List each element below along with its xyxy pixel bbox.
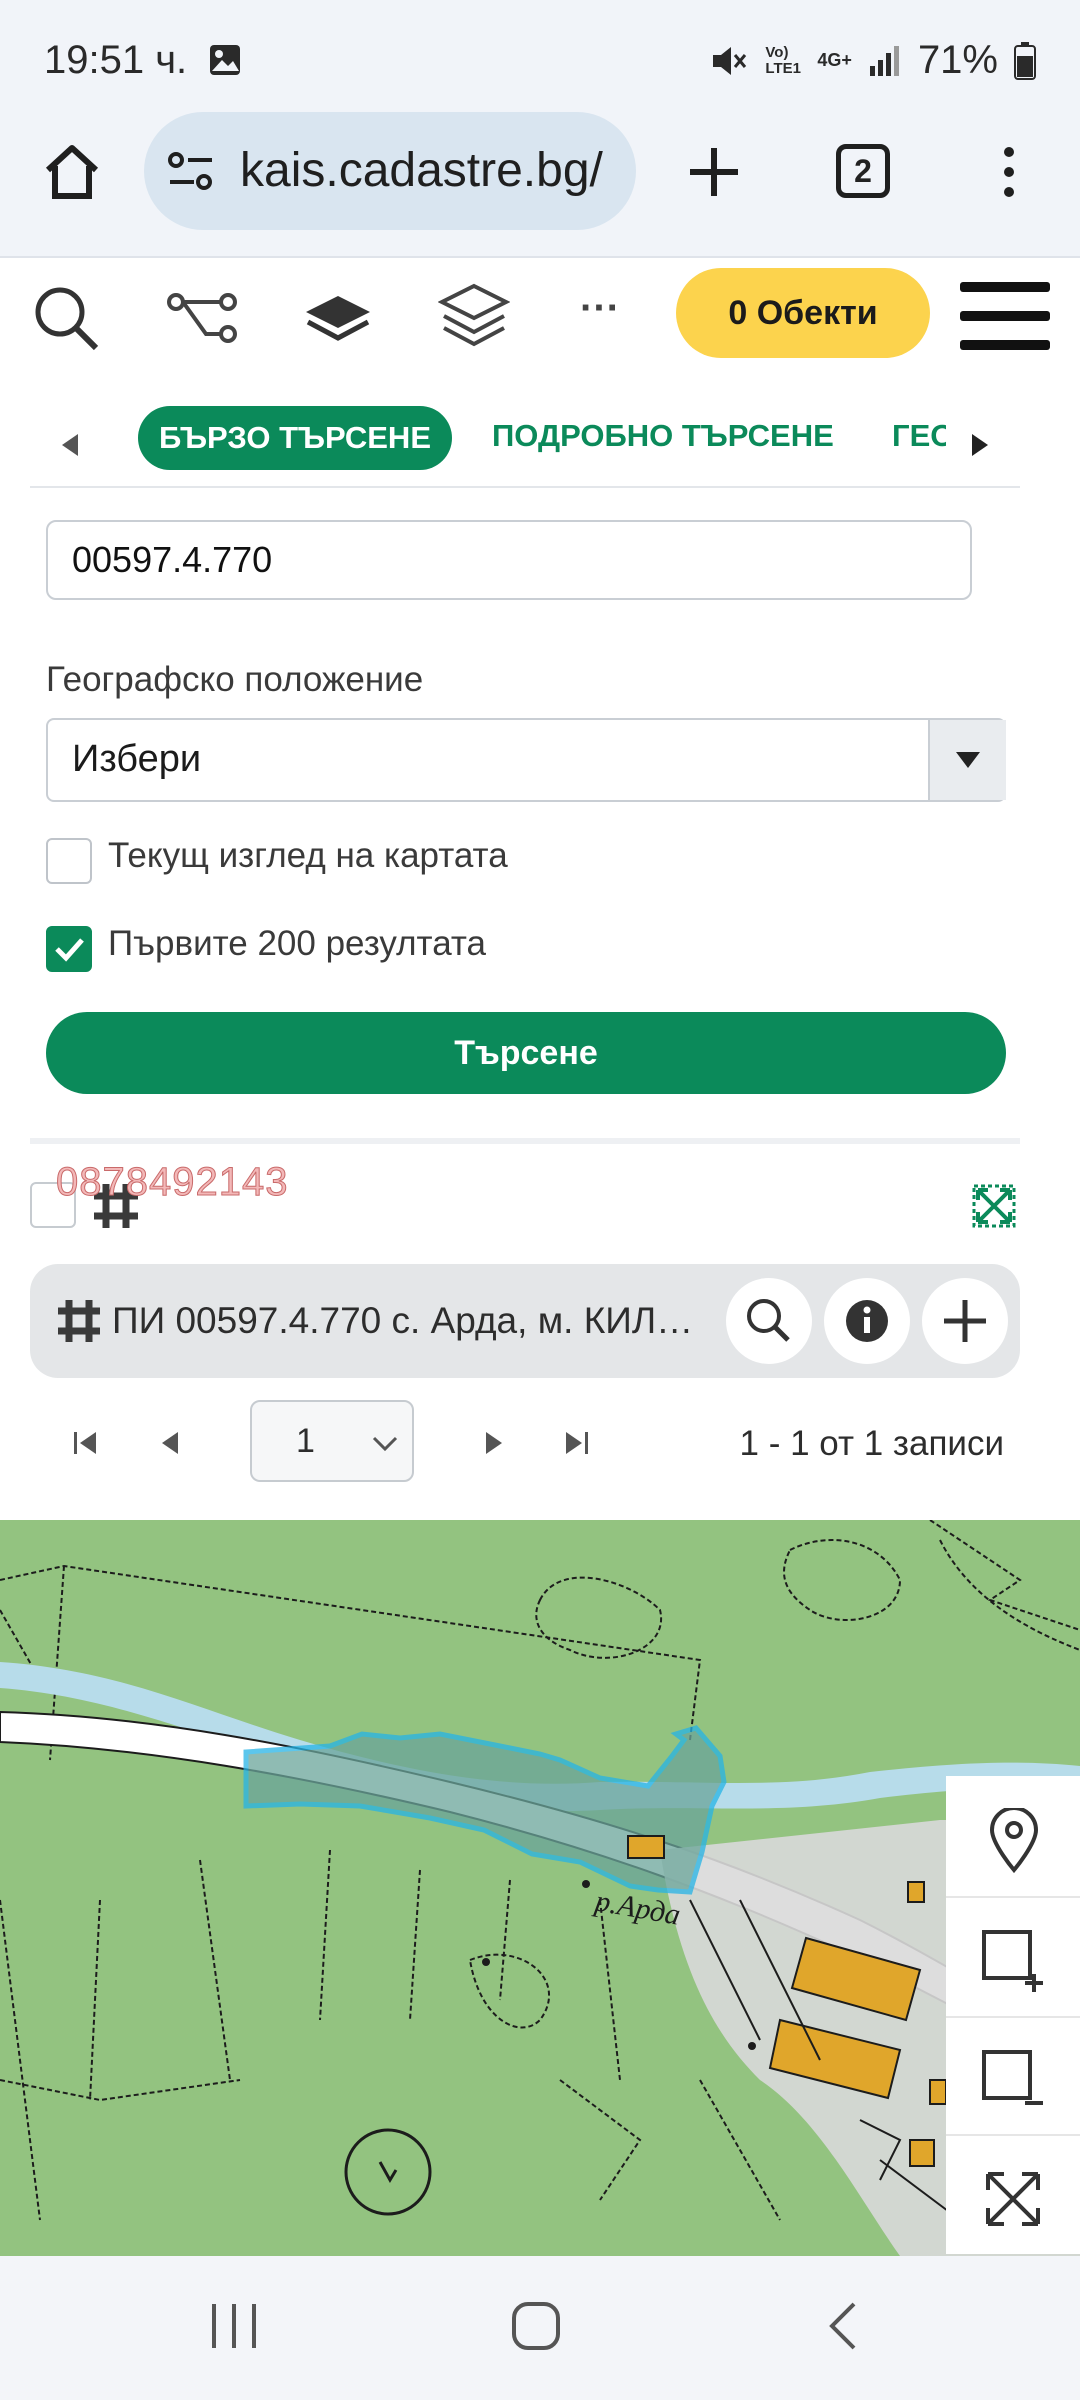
zoom-to-result-button[interactable]: [726, 1278, 812, 1364]
fullscreen-icon[interactable]: [982, 2168, 1044, 2230]
grid-parcel-icon: [58, 1300, 100, 1342]
tabs-divider: [30, 486, 1020, 488]
search-input[interactable]: [46, 520, 972, 600]
search-icon[interactable]: [30, 282, 102, 354]
search-icon: [747, 1299, 790, 1342]
add-result-button[interactable]: [922, 1278, 1008, 1364]
map-view[interactable]: р.Арда: [0, 1520, 1080, 2256]
result-item-text[interactable]: ПИ 00597.4.770 с. Арда, м. КИЛИМА: [112, 1300, 712, 1342]
search-button[interactable]: Търсене: [46, 1012, 1006, 1094]
objects-button[interactable]: 0 Обекти: [676, 268, 930, 358]
back-nav-icon[interactable]: [822, 2298, 862, 2354]
volte-label: Vo) LTE1: [765, 43, 801, 77]
phone-watermark: 0878492143: [55, 1160, 289, 1205]
tab-detailed-search[interactable]: ПОДРОБНО ТЪРСЕНЕ: [492, 418, 834, 454]
more-tools-icon[interactable]: ···: [580, 286, 620, 331]
add-selection-icon[interactable]: [978, 1926, 1048, 1996]
caret-down-icon: [956, 752, 980, 768]
hamburger-menu-icon[interactable]: [958, 278, 1052, 354]
browser-menu-icon[interactable]: [994, 142, 1024, 202]
battery-percent: 71%: [917, 38, 998, 82]
last-page-icon[interactable]: [562, 1428, 592, 1458]
checkmark-icon: [55, 938, 84, 962]
first-page-icon[interactable]: [70, 1428, 100, 1458]
remove-selection-icon[interactable]: [978, 2046, 1048, 2116]
site-settings-icon[interactable]: [166, 148, 216, 194]
status-time-text: 19:51 ч.: [44, 38, 188, 82]
page-select-value: 1: [296, 1422, 315, 1460]
plus-icon: [944, 1300, 986, 1342]
layer-icon[interactable]: [302, 292, 374, 346]
route-icon[interactable]: [166, 288, 240, 348]
section-divider: [30, 1138, 1020, 1144]
geo-position-label: Географско положение: [46, 660, 424, 699]
result-info-button[interactable]: [824, 1278, 910, 1364]
home-icon[interactable]: [40, 140, 104, 204]
prev-page-icon[interactable]: [154, 1428, 184, 1458]
first200-checkbox[interactable]: [46, 926, 92, 972]
zoom-to-extent-icon[interactable]: [972, 1184, 1016, 1228]
tab-geo[interactable]: ГЕО: [892, 418, 946, 454]
location-pin-icon[interactable]: [984, 1808, 1044, 1874]
geo-select-dropdown-button[interactable]: [928, 720, 1006, 800]
records-count: 1 - 1 от 1 записи: [739, 1424, 1004, 1463]
tab-count: 2: [854, 152, 872, 189]
first200-label: Първите 200 резултата: [108, 924, 486, 963]
tab-quick-search[interactable]: БЪРЗО ТЪРСЕНЕ: [138, 406, 452, 470]
tabs-scroll-right-icon[interactable]: [970, 432, 992, 458]
next-page-icon[interactable]: [480, 1428, 510, 1458]
tab-switcher-button[interactable]: 2: [836, 144, 890, 198]
mute-icon: [713, 46, 747, 75]
status-right: Vo) LTE1 4G+ 71%: [709, 38, 1036, 83]
cadastral-map: р.Арда: [0, 1520, 1080, 2256]
map-control-separator: [946, 1896, 1080, 1898]
chevron-down-icon: [372, 1436, 398, 1452]
map-control-separator: [946, 2016, 1080, 2018]
geo-position-select-value: Избери: [72, 738, 202, 780]
layers-stack-icon[interactable]: [438, 282, 510, 352]
url-text[interactable]: kais.cadastre.bg/: [240, 143, 603, 198]
new-tab-icon[interactable]: [684, 142, 744, 202]
home-nav-icon[interactable]: [508, 2298, 564, 2354]
tabs-scroll-left-icon[interactable]: [58, 432, 80, 458]
gallery-notification-icon: [210, 45, 241, 75]
current-view-label: Текущ изглед на картата: [108, 836, 508, 875]
tab-quick-search-label: БЪРЗО ТЪРСЕНЕ: [159, 420, 431, 455]
info-icon: [846, 1300, 888, 1342]
network-label: 4G+: [817, 50, 852, 70]
status-time: 19:51 ч.: [44, 38, 242, 83]
battery-icon: [1014, 41, 1036, 80]
map-control-separator: [946, 2134, 1080, 2136]
current-view-checkbox[interactable]: [46, 838, 92, 884]
recent-apps-icon[interactable]: [206, 2300, 262, 2352]
signal-icon: [869, 45, 899, 76]
